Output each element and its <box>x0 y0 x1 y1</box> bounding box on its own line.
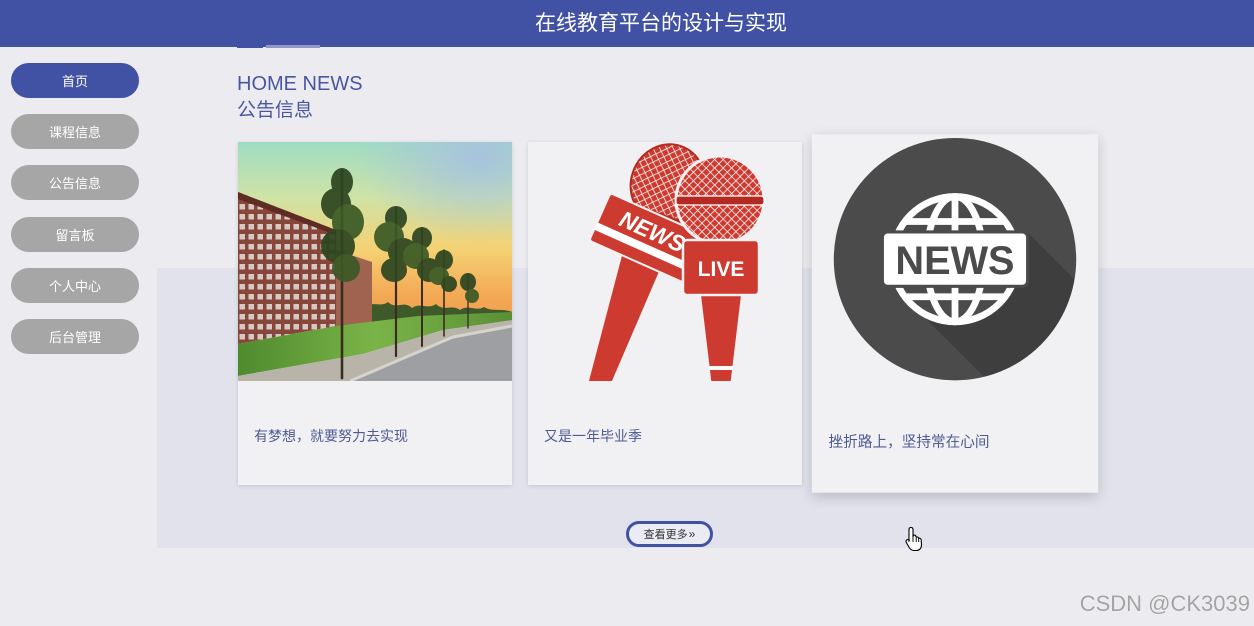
nav-item-announcements[interactable]: 公告信息 <box>11 165 139 201</box>
front-microphone: LIVE <box>674 154 766 381</box>
page: 在线教育平台的设计与实现 首页 课程信息 公告信息 留言板 个人中心 后台管理 … <box>0 0 1254 626</box>
live-flag-text: LIVE <box>698 258 745 281</box>
header-underline-fragment <box>237 45 320 48</box>
card-title: 有梦想，就要努力去实现 <box>254 428 408 444</box>
watermark: CSDN @CK3039 <box>1079 591 1250 616</box>
sidebar-nav: 首页 课程信息 公告信息 留言板 个人中心 后台管理 <box>11 63 139 354</box>
view-more-button[interactable]: 查看更多» <box>626 521 713 547</box>
nav-item-home[interactable]: 首页 <box>11 63 139 98</box>
news-card[interactable]: NEWS LIVE 又是一年毕业季 <box>528 142 802 485</box>
top-header: 在线教育平台的设计与实现 <box>0 0 1254 47</box>
site-title: 在线教育平台的设计与实现 <box>535 12 787 35</box>
campus-photo <box>238 142 512 381</box>
double-chevron-right-icon: » <box>688 527 696 541</box>
underline-segment <box>237 45 263 48</box>
section-heading: 公告信息 <box>237 100 314 121</box>
nav-item-profile[interactable]: 个人中心 <box>11 267 139 303</box>
news-globe-icon: NEWS <box>833 137 1077 381</box>
underline-segment <box>266 45 320 48</box>
nav-item-courses[interactable]: 课程信息 <box>11 114 139 150</box>
news-card[interactable]: 有梦想，就要努力去实现 <box>238 142 512 485</box>
card-title: 挫折路上，坚持常在心间 <box>828 433 990 450</box>
card-body: 挫折路上，坚持常在心间 <box>812 384 1098 493</box>
card-body: 有梦想，就要努力去实现 <box>238 381 512 485</box>
view-more-label: 查看更多 <box>643 529 688 541</box>
card-body: 又是一年毕业季 <box>528 381 802 485</box>
nav-item-message-board[interactable]: 留言板 <box>11 216 139 252</box>
news-banner-text: NEWS <box>895 239 1014 283</box>
card-title: 又是一年毕业季 <box>544 428 642 444</box>
nav-item-admin[interactable]: 后台管理 <box>11 318 139 354</box>
news-card[interactable]: NEWS 挫折路上，坚持常在心间 <box>811 134 1099 493</box>
section-heading-english: HOME NEWS <box>237 73 363 95</box>
news-microphones-image: NEWS LIVE <box>586 143 766 381</box>
hand-pointer-icon <box>905 526 923 552</box>
